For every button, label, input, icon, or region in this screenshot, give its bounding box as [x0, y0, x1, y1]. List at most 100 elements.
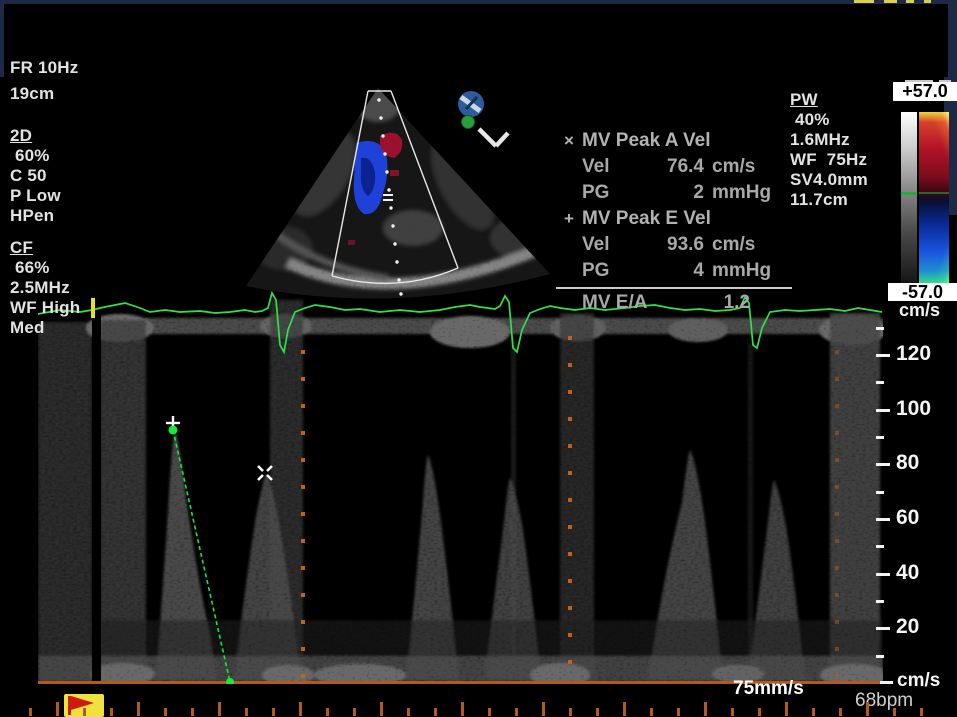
axis-unit-label: cm/s	[897, 670, 940, 692]
mv-peak-a-title: MV Peak A Vel	[582, 130, 792, 152]
depth-readout: 19cm	[10, 84, 54, 104]
frame-rate-readout: FR 10Hz	[10, 58, 78, 78]
timeline-tick	[353, 708, 356, 716]
sweep-marker	[91, 298, 95, 318]
mv-peak-e-title-row: + MV Peak E Vel	[556, 206, 792, 232]
axis-major-tick	[876, 409, 890, 412]
timeline-tick	[488, 708, 491, 716]
measurement-panel: × MV Peak A Vel Vel 76.4 cm/s PG 2 mmHg …	[556, 128, 792, 317]
mv-peak-a-title-row: × MV Peak A Vel	[556, 128, 792, 154]
clipped-header-text	[924, 0, 931, 3]
timeline-tick	[272, 708, 275, 716]
grayscale-bar-marker	[901, 192, 917, 195]
velocity-scale-max: +57.0	[893, 82, 957, 101]
b-mode-gain: 60%	[10, 146, 61, 166]
axis-major-tick	[876, 627, 890, 630]
e-wave-marker-glyph: +	[556, 209, 582, 229]
mv-peak-e-title: MV Peak E Vel	[582, 208, 792, 230]
a-vel-value: 76.4	[638, 156, 704, 178]
cf-title: CF	[10, 238, 80, 258]
colorbar-unit: cm/s	[899, 300, 940, 321]
spectral-envelopes	[38, 300, 883, 684]
timeline-tick	[569, 708, 572, 716]
e-vel-unit: cm/s	[704, 234, 792, 256]
timeline-tick	[56, 702, 59, 716]
axis-major-tick	[876, 518, 890, 521]
timeline-tick	[245, 708, 248, 716]
e-pg-label: PG	[582, 260, 638, 282]
axis-tick-label: 60	[896, 506, 919, 530]
axis-tick-label: 100	[896, 397, 931, 421]
timeline-tick	[920, 708, 923, 716]
timeline-tick	[812, 708, 815, 716]
ultrasound-screen: FR 10Hz 19cm 2D 60% C 50 P Low HPen CF 6…	[0, 0, 957, 717]
e-vel-row: Vel 93.6 cm/s	[556, 232, 792, 258]
sweep-speed-readout: 75mm/s	[733, 678, 804, 700]
color-bar-baseline-marker	[919, 192, 949, 194]
clipped-header-text	[854, 0, 874, 3]
velocity-scale-min: -57.0	[888, 283, 957, 301]
pw-wall-filter: WF 75Hz	[790, 150, 868, 170]
timeline-tick	[623, 702, 626, 716]
timeline-tick	[164, 708, 167, 716]
a-pg-unit: mmHg	[704, 182, 792, 204]
heart-rate-readout: 68bpm	[855, 690, 913, 712]
sweep-gap	[92, 288, 101, 684]
a-pg-label: PG	[582, 182, 638, 204]
cf-density: Med	[10, 318, 80, 338]
timeline-tick	[704, 702, 707, 716]
b-mode-map: HPen	[10, 206, 61, 226]
timeline-tick	[299, 702, 302, 716]
timeline-tick	[650, 708, 653, 716]
patient-info-redaction-bar	[4, 4, 948, 77]
b-mode-panel: 2D 60% C 50 P Low HPen	[10, 126, 61, 226]
a-vel-row: Vel 76.4 cm/s	[556, 154, 792, 180]
grayscale-bar	[901, 112, 917, 283]
axis-minor-tick	[876, 491, 884, 494]
a-pg-row: PG 2 mmHg	[556, 180, 792, 206]
timeline-tick	[785, 702, 788, 716]
2d-sector-image	[228, 78, 573, 310]
a-vel-unit: cm/s	[704, 156, 792, 178]
mv-ea-ratio-row: MV E/A 1.2	[556, 287, 792, 317]
axis-major-tick	[876, 354, 890, 357]
axis-major-tick	[876, 463, 890, 466]
timeline-tick	[83, 708, 86, 716]
timeline-tick	[839, 708, 842, 716]
color-velocity-bar	[919, 112, 949, 283]
axis-tick-label: 120	[896, 342, 931, 366]
clipped-header-text	[906, 0, 914, 3]
axis-minor-tick	[876, 545, 884, 548]
axis-unit-tick	[880, 681, 893, 684]
sample-gate-icon	[383, 194, 393, 196]
b-mode-title: 2D	[10, 126, 61, 146]
cf-gain: 66%	[10, 258, 80, 278]
axis-minor-tick	[876, 381, 884, 384]
mv-ea-value: 1.2	[676, 292, 792, 314]
timeline-tick	[461, 702, 464, 716]
timeline-tick	[866, 702, 869, 716]
timeline-tick	[191, 708, 194, 716]
pw-gain: 40%	[790, 110, 868, 130]
a-vel-label: Vel	[582, 156, 638, 178]
e-vel-value: 93.6	[638, 234, 704, 256]
timeline-tick	[542, 702, 545, 716]
e-pg-value: 4	[638, 260, 704, 282]
probe-orientation-icon	[458, 91, 508, 146]
a-wave-marker-glyph: ×	[556, 131, 582, 151]
axis-minor-tick	[876, 600, 884, 603]
axis-minor-tick	[876, 655, 884, 658]
clipped-header-text	[884, 0, 897, 3]
pw-panel: PW 40% 1.6MHz WF 75Hz SV4.0mm 11.7cm	[790, 90, 868, 210]
spectral-doppler-display	[38, 288, 883, 684]
axis-minor-tick	[876, 436, 884, 439]
e-vel-label: Vel	[582, 234, 638, 256]
timeline-tick	[110, 708, 113, 716]
e-pg-row: PG 4 mmHg	[556, 258, 792, 284]
b-mode-power: P Low	[10, 186, 61, 206]
axis-major-tick	[876, 573, 890, 576]
pw-sample-volume: SV4.0mm	[790, 170, 868, 190]
color-flow-panel: CF 66% 2.5MHz WF High Med	[10, 238, 80, 338]
timeline-tick	[137, 702, 140, 716]
a-pg-value: 2	[638, 182, 704, 204]
